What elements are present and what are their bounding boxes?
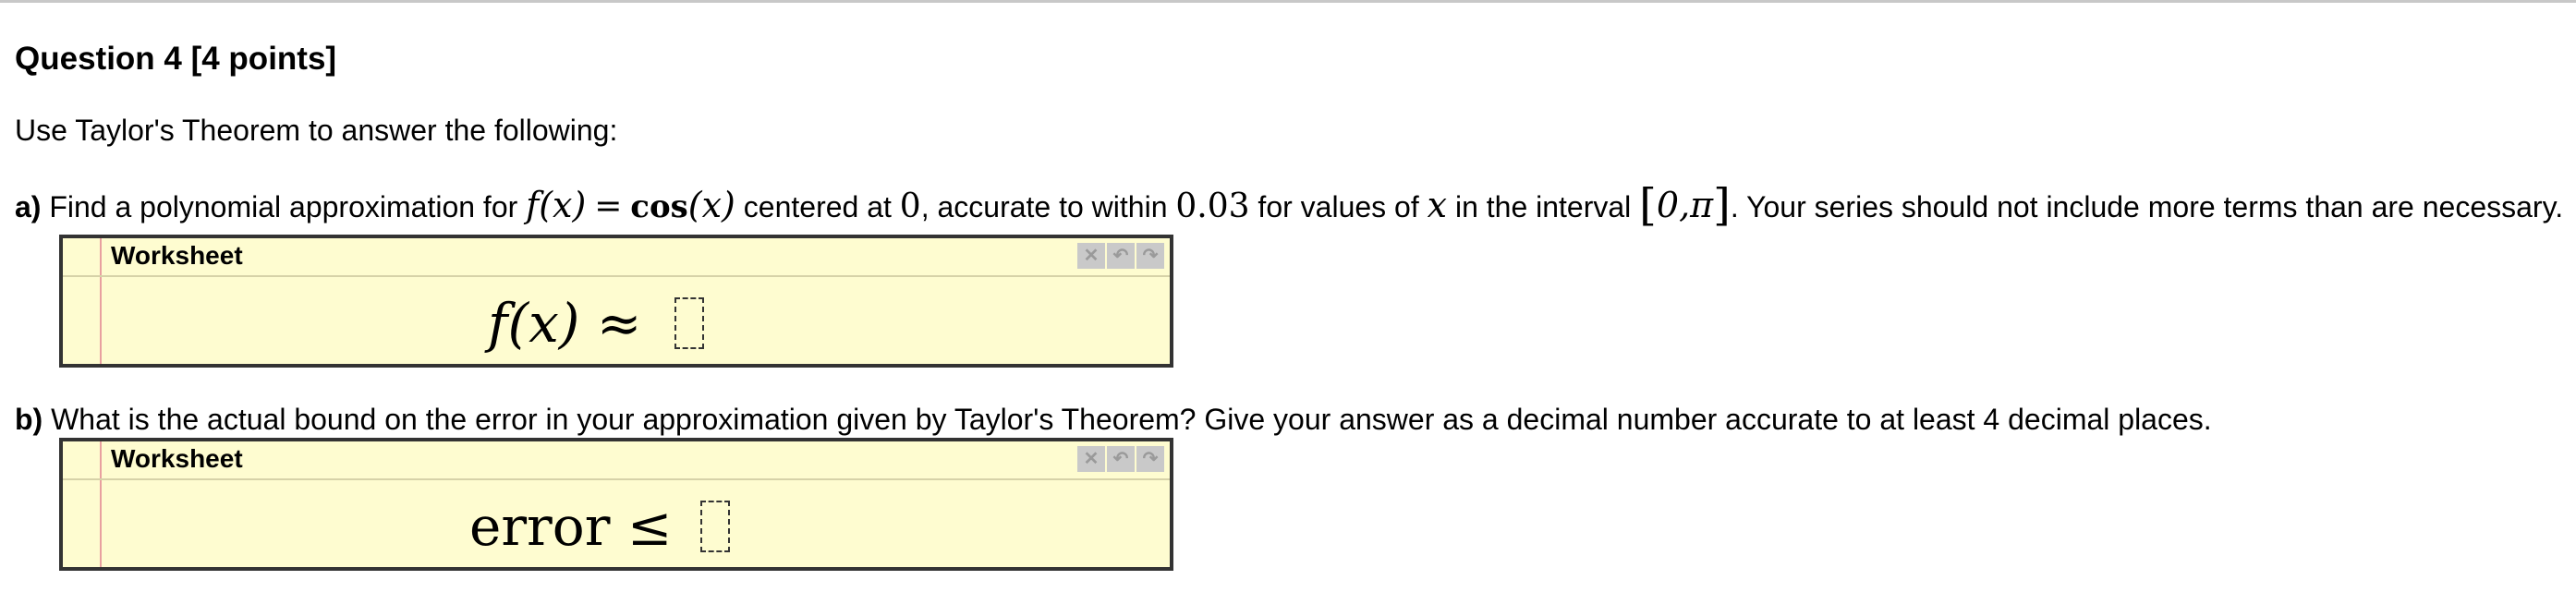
- redo-icon[interactable]: ↷: [1136, 243, 1164, 269]
- part-a-interval: 0,π: [1656, 185, 1714, 225]
- part-a-text-6: . Your series should not include more te…: [1730, 190, 2564, 223]
- part-a-cos-arg: (x): [687, 185, 735, 225]
- question-title: Question 4 [4 points]: [15, 41, 337, 77]
- part-a-label: a): [15, 190, 42, 223]
- undo-icon[interactable]: ↶: [1107, 446, 1135, 472]
- part-a-text-1: Find a polynomial approximation for: [49, 190, 518, 223]
- worksheet-a-title: Worksheet: [111, 241, 243, 270]
- worksheet-b-header: Worksheet ✕ ↶ ↷: [63, 441, 1170, 480]
- approx-symbol: ≈: [596, 292, 642, 355]
- part-a-var: x: [1427, 185, 1448, 225]
- worksheet-a-lhs: f(x): [488, 292, 580, 355]
- part-b-label: b): [15, 403, 43, 436]
- worksheet-b-answer-box[interactable]: [700, 501, 730, 552]
- worksheet-b-title: Worksheet: [111, 444, 243, 473]
- worksheet-b-toolbar: ✕ ↶ ↷: [1077, 446, 1164, 472]
- part-a-center: 0: [899, 187, 921, 225]
- worksheet-a-header: Worksheet ✕ ↶ ↷: [63, 238, 1170, 277]
- part-a-prompt: a) Find a polynomial approximation for f…: [15, 183, 2563, 229]
- close-icon[interactable]: ✕: [1077, 243, 1105, 269]
- part-a-cos: cos: [630, 188, 688, 225]
- top-divider: [0, 0, 2576, 3]
- part-a-text-2: centered at: [743, 190, 892, 223]
- part-b-text: What is the actual bound on the error in…: [51, 403, 2212, 436]
- close-icon[interactable]: ✕: [1077, 446, 1105, 472]
- worksheet-b[interactable]: Worksheet ✕ ↶ ↷ error ≤: [59, 438, 1173, 571]
- part-a-text-4: for values of: [1258, 190, 1419, 223]
- part-b-prompt: b) What is the actual bound on the error…: [15, 397, 2212, 441]
- worksheet-a[interactable]: Worksheet ✕ ↶ ↷ f(x) ≈: [59, 235, 1173, 368]
- part-a-equals: =: [594, 187, 623, 225]
- worksheet-b-lhs: error: [469, 495, 611, 558]
- less-equal-symbol: ≤: [626, 495, 673, 558]
- part-a-tolerance: 0.03: [1175, 187, 1250, 225]
- part-a-right-bracket: ]: [1713, 179, 1731, 231]
- part-a-function: f(x): [526, 185, 587, 225]
- worksheet-a-expression: f(x) ≈: [488, 286, 641, 360]
- question-intro: Use Taylor's Theorem to answer the follo…: [15, 114, 618, 147]
- part-a-text-5: in the interval: [1454, 190, 1632, 223]
- part-a-text-3: , accurate to within: [920, 190, 1168, 223]
- worksheet-a-toolbar: ✕ ↶ ↷: [1077, 243, 1164, 269]
- undo-icon[interactable]: ↶: [1107, 243, 1135, 269]
- part-a-left-bracket: [: [1639, 179, 1657, 231]
- worksheet-a-answer-box[interactable]: [674, 297, 704, 349]
- worksheet-b-expression: error ≤: [469, 489, 672, 563]
- redo-icon[interactable]: ↷: [1136, 446, 1164, 472]
